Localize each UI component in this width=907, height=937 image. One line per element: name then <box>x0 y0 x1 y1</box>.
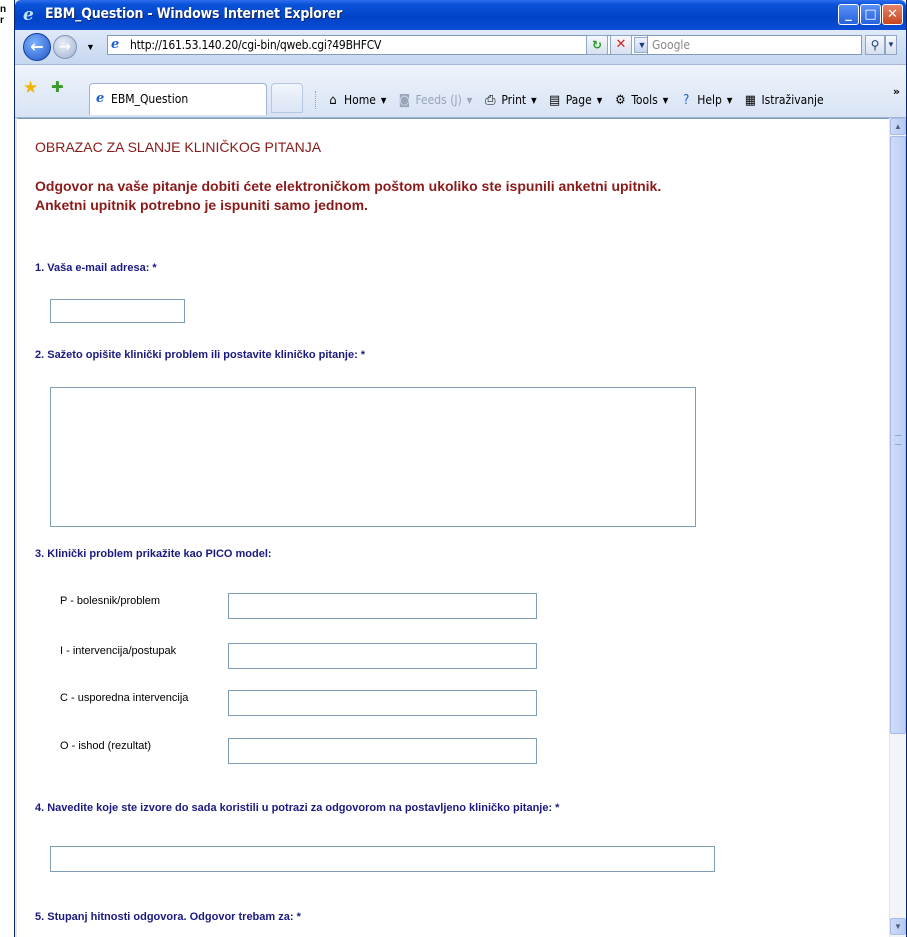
print-label: Print <box>501 93 527 107</box>
intro-text-line-2: Anketni upitnik potrebno je ispuniti sam… <box>35 197 368 213</box>
history-dropdown-icon[interactable]: ▼ <box>86 42 95 52</box>
page-menu-icon: ▤ <box>549 92 561 108</box>
stop-button[interactable]: ✕ <box>610 35 632 55</box>
toolbar-overflow-icon[interactable]: » <box>893 85 900 98</box>
scrollbar-thumb[interactable] <box>890 136 906 734</box>
pico-i-label: I - intervencija/postupak <box>60 645 177 657</box>
research-label: Istraživanje <box>761 93 824 107</box>
address-toolbar: ← → ▼ e http://161.53.140.20/cgi-bin/qwe… <box>15 30 906 65</box>
tab-label: EBM_Question <box>111 92 189 106</box>
question-2-label: 2. Sažeto opišite klinički problem ili p… <box>35 349 366 361</box>
desktop-edge-text: nr <box>0 4 7 26</box>
forward-button[interactable]: → <box>53 35 77 59</box>
pico-p-label: P - bolesnik/problem <box>60 595 161 607</box>
help-icon: ? <box>683 92 690 108</box>
window-title: EBM_Question - Windows Internet Explorer <box>45 6 343 22</box>
pico-c-label: C - usporedna intervencija <box>60 692 189 704</box>
clinical-problem-textarea[interactable] <box>50 387 696 527</box>
home-button[interactable]: ⌂ Home ▼ <box>325 93 386 108</box>
scrollbar-grip-icon <box>895 435 902 445</box>
maximize-button[interactable]: □ <box>860 4 881 25</box>
ie-logo-icon: e <box>23 5 34 25</box>
back-button[interactable]: ← <box>23 33 51 61</box>
home-icon: ⌂ <box>329 92 337 108</box>
tools-label: Tools <box>631 93 658 107</box>
research-icon: ▦ <box>744 92 756 108</box>
refresh-button[interactable]: ↻ <box>586 35 608 55</box>
home-label: Home <box>344 93 376 107</box>
page-menu-button[interactable]: ▤ Page ▼ <box>547 92 603 108</box>
scroll-up-icon[interactable]: ▲ <box>890 118 906 135</box>
scroll-down-icon[interactable]: ▼ <box>890 918 906 935</box>
help-menu-button[interactable]: ? Help ▼ <box>678 93 732 108</box>
favorites-star-icon[interactable]: ★ <box>23 78 38 98</box>
feeds-icon: ◙ <box>398 92 411 108</box>
help-label: Help <box>697 93 722 107</box>
search-icon[interactable]: ⚲ <box>865 35 885 55</box>
search-options-dropdown-icon[interactable]: ▼ <box>885 35 897 55</box>
browser-window: e EBM_Question - Windows Internet Explor… <box>14 0 907 937</box>
pico-o-input[interactable] <box>228 738 537 764</box>
home-dropdown-icon[interactable]: ▼ <box>381 96 387 105</box>
search-input[interactable]: Google <box>647 35 862 55</box>
pico-c-input[interactable] <box>228 690 537 716</box>
page-title: OBRAZAC ZA SLANJE KLINIČKOG PITANJA <box>35 139 322 155</box>
feeds-dropdown-icon[interactable]: ▼ <box>467 96 473 105</box>
research-button[interactable]: ▦ Istraživanje <box>742 92 824 108</box>
intro-text-line-1: Odgovor na vaše pitanje dobiti ćete elek… <box>35 178 662 194</box>
command-bar: ⌂ Home ▼ ◙ Feeds (J) ▼ ⎙ Print ▼ ▤ Page ▼ ⚙ Tools… <box>315 89 832 111</box>
tab-ebm-question[interactable]: e EBM_Question <box>89 83 267 115</box>
page-label: Page <box>565 93 592 107</box>
title-bar[interactable]: e EBM_Question - Windows Internet Explor… <box>15 0 906 30</box>
pico-p-input[interactable] <box>228 593 537 619</box>
tab-page-icon: e <box>96 91 105 106</box>
address-url[interactable]: http://161.53.140.20/cgi-bin/qweb.cgi?49… <box>130 38 381 52</box>
printer-icon: ⎙ <box>485 92 496 108</box>
question-5-label: 5. Stupanj hitnosti odgovora. Odgovor tr… <box>35 911 301 923</box>
tools-menu-button[interactable]: ⚙ Tools ▼ <box>612 93 668 108</box>
feeds-button[interactable]: ◙ Feeds (J) ▼ <box>396 92 473 108</box>
add-favorite-icon[interactable]: ✚ <box>51 78 64 96</box>
minimize-button[interactable]: _ <box>838 4 859 25</box>
question-3-label: 3. Klinički problem prikažite kao PICO m… <box>35 548 272 560</box>
page-scrollbar[interactable]: ▲ ▼ <box>889 118 906 937</box>
help-dropdown-icon[interactable]: ▼ <box>727 96 733 105</box>
page-icon: e <box>111 37 120 52</box>
page-dropdown-icon[interactable]: ▼ <box>597 96 603 105</box>
feeds-label: Feeds (J) <box>415 93 462 107</box>
tools-dropdown-icon[interactable]: ▼ <box>663 96 669 105</box>
question-1-label: 1. Vaša e-mail adresa: * <box>35 262 157 274</box>
page-content: OBRAZAC ZA SLANJE KLINIČKOG PITANJA Odgo… <box>17 118 889 937</box>
question-4-label: 4. Navedite koje ste izvore do sada kori… <box>35 802 560 814</box>
command-separator <box>315 91 317 109</box>
pico-o-label: O - ishod (rezultat) <box>60 740 152 752</box>
email-field[interactable] <box>50 299 185 323</box>
address-input[interactable]: e http://161.53.140.20/cgi-bin/qweb.cgi?… <box>107 35 652 55</box>
new-tab-button[interactable] <box>271 83 303 113</box>
print-dropdown-icon[interactable]: ▼ <box>531 96 537 105</box>
close-button[interactable]: ✕ <box>882 4 903 25</box>
print-button[interactable]: ⎙ Print ▼ <box>482 92 537 108</box>
pico-i-input[interactable] <box>228 643 537 669</box>
tab-toolbar: ★ ✚ e EBM_Question ⌂ Home ▼ ◙ Feeds (J) ▼ ⎙ P… <box>15 65 906 118</box>
gear-icon: ⚙ <box>615 92 626 108</box>
sources-input[interactable] <box>50 846 715 872</box>
